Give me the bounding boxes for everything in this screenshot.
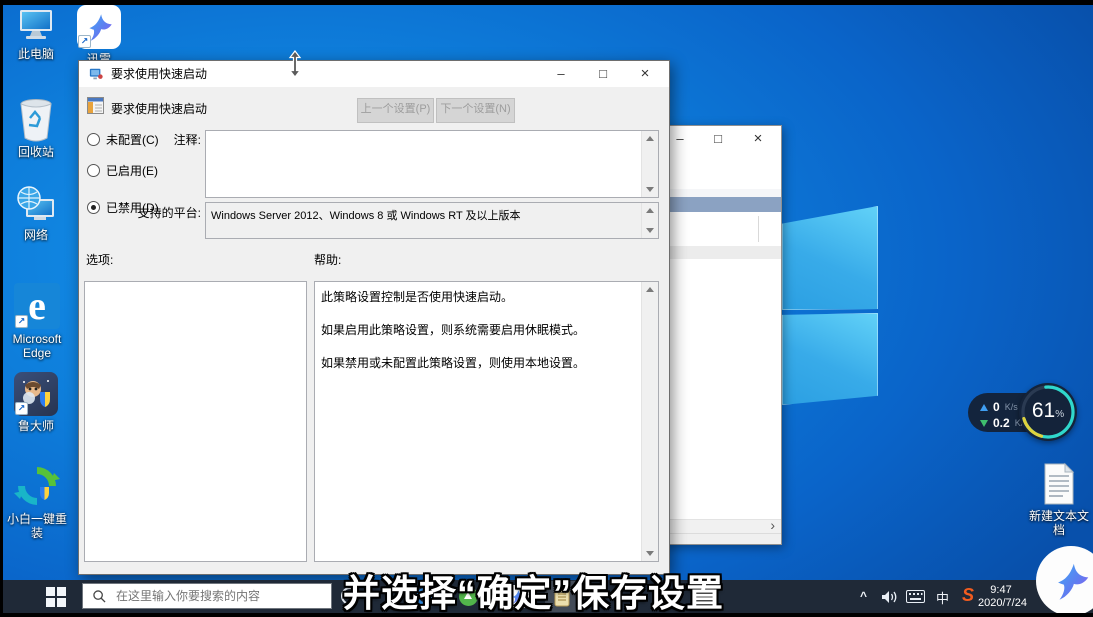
download-speed: 0.2	[993, 416, 1010, 430]
screen: 此电脑 ↗ 迅雷 回收站 网络 e ↗	[0, 0, 1093, 617]
resize-cursor-icon	[288, 50, 302, 78]
tray-ime-indicator[interactable]: 中	[936, 588, 949, 607]
tray-volume-icon[interactable]	[882, 590, 898, 604]
help-panel[interactable]: 此策略设置控制是否使用快速启动。 如果启用此策略设置，则系统需要启用休眠模式。 …	[314, 281, 659, 562]
bg-window-subheader	[662, 212, 781, 246]
next-setting-button[interactable]: 下一个设置(N)	[436, 98, 515, 123]
help-line: 如果启用此策略设置，则系统需要启用休眠模式。	[321, 322, 634, 338]
supported-on-scrollbar[interactable]	[641, 203, 658, 238]
desktop-icon-label: 此电脑	[18, 47, 54, 61]
bg-window-column-strip	[662, 246, 781, 259]
desktop-icon-xunlei[interactable]: ↗ 迅雷	[74, 5, 124, 66]
dialog-close-button[interactable]: ×	[629, 64, 661, 84]
search-icon	[93, 590, 106, 603]
download-arrow-icon	[980, 420, 988, 427]
desktop-icon-xiaobai[interactable]: 小白一键重装	[4, 463, 70, 540]
supported-on-box[interactable]: Windows Server 2012、Windows 8 或 Windows …	[205, 202, 659, 239]
clock-date: 2020/7/24	[978, 597, 1024, 610]
upload-speed: 0	[993, 400, 1000, 414]
wallpaper-logo-pane-bottom	[782, 313, 878, 405]
percent-unit: %	[1055, 409, 1064, 420]
help-label: 帮助:	[314, 251, 341, 268]
bg-window-statusbar	[662, 533, 781, 544]
supported-on-value: Windows Server 2012、Windows 8 或 Windows …	[206, 203, 658, 223]
shortcut-arrow-icon: ↗	[15, 315, 28, 328]
letterbox-left	[0, 0, 3, 617]
this-pc-icon	[16, 8, 56, 44]
dialog-title-icon	[89, 67, 103, 81]
bg-window-strip	[662, 189, 781, 197]
dialog-minimize-button[interactable]: –	[545, 64, 577, 84]
percent-value: 61	[1032, 399, 1055, 422]
comment-label: 注释:	[147, 131, 201, 148]
bg-window-hscrollbar[interactable]: ›	[662, 519, 781, 534]
radio-circle-icon-selected	[87, 201, 100, 214]
help-scrollbar[interactable]	[641, 282, 658, 561]
bg-maximize-button[interactable]: □	[706, 129, 730, 149]
xunlei-bird-icon	[1048, 558, 1093, 604]
upload-unit: K/s	[1005, 402, 1018, 412]
letterbox-top	[0, 0, 1093, 5]
dialog-title: 要求使用快速启动	[111, 61, 207, 87]
tray-keyboard-icon[interactable]	[906, 590, 925, 603]
help-line: 如果禁用或未配置此策略设置，则使用本地设置。	[321, 355, 634, 371]
tray-chevron-up-icon[interactable]: ^	[860, 589, 867, 603]
dialog-titlebar[interactable]: 要求使用快速启动 – □ ×	[79, 61, 669, 87]
bg-window-toolbar	[662, 153, 781, 190]
network-icon	[16, 185, 56, 225]
wallpaper-logo-pane-top	[782, 206, 878, 310]
desktop-icon-label: Microsoft Edge	[4, 332, 70, 360]
options-panel[interactable]	[84, 281, 307, 562]
dialog-maximize-button[interactable]: □	[587, 64, 619, 84]
bg-close-button[interactable]: ×	[746, 129, 770, 149]
previous-setting-button[interactable]: 上一个设置(P)	[357, 98, 434, 123]
bg-window-content	[662, 259, 781, 519]
radio-label: 已启用(E)	[106, 162, 158, 179]
tray-clock[interactable]: 9:47 2020/7/24	[978, 584, 1024, 610]
upload-arrow-icon	[980, 404, 988, 411]
edge-icon: e	[28, 286, 46, 326]
xiaobai-icon	[14, 463, 60, 509]
desktop-icon-label: 网络	[24, 228, 48, 242]
policy-setting-icon	[87, 97, 104, 114]
supported-on-label: 支持的平台:	[115, 204, 201, 221]
bg-minimize-button[interactable]: –	[668, 129, 692, 149]
start-button[interactable]	[46, 587, 66, 607]
options-label: 选项:	[86, 251, 113, 268]
scroll-right-arrow-icon[interactable]: ›	[770, 517, 775, 533]
help-line: 此策略设置控制是否使用快速启动。	[321, 289, 634, 305]
desktop-icon-recycle-bin[interactable]: 回收站	[8, 98, 64, 159]
desktop-icon-label: 鲁大师	[18, 419, 54, 433]
tray-sogou-icon[interactable]: S	[962, 585, 974, 606]
desktop-icon-this-pc[interactable]: 此电脑	[8, 8, 64, 61]
text-document-icon	[1041, 462, 1077, 506]
desktop-icon-label: 回收站	[18, 145, 54, 159]
background-window[interactable]: – □ × ›	[661, 125, 782, 545]
search-input[interactable]	[114, 588, 318, 604]
letterbox-bottom	[0, 613, 1093, 617]
desktop-icon-label: 小白一键重装	[5, 512, 69, 540]
desktop-icon-new-text-doc[interactable]: 新建文本文档	[1026, 462, 1092, 537]
comment-scrollbar[interactable]	[641, 131, 658, 197]
radio-circle-icon	[87, 164, 100, 177]
clock-time: 9:47	[978, 584, 1024, 597]
policy-setting-dialog: 要求使用快速启动 – □ × 要求使用快速启动 上一个设置(P) 下一个设置(N…	[78, 60, 670, 575]
desktop-icon-network[interactable]: 网络	[8, 185, 64, 242]
subtitle-overlay: 并选择“确定”保存设置	[343, 563, 724, 617]
desktop-icon-ludashi[interactable]: ↗ 鲁大师	[8, 372, 64, 433]
taskbar-search-box[interactable]	[82, 583, 332, 609]
radio-circle-icon	[87, 133, 100, 146]
net-widget-percent-ring[interactable]: 61%	[1019, 383, 1077, 441]
desktop-icon-label: 新建文本文档	[1026, 509, 1092, 537]
shortcut-arrow-icon: ↗	[15, 402, 28, 415]
shortcut-arrow-icon: ↗	[78, 35, 91, 48]
setting-name: 要求使用快速启动	[111, 100, 207, 117]
bg-window-titlebar: – □ ×	[662, 126, 781, 153]
comment-textarea[interactable]	[205, 130, 659, 198]
desktop-icon-edge[interactable]: e ↗ Microsoft Edge	[4, 283, 70, 360]
radio-enabled[interactable]: 已启用(E)	[87, 162, 158, 179]
bg-window-header-band	[662, 197, 781, 212]
recycle-bin-icon	[17, 98, 55, 142]
